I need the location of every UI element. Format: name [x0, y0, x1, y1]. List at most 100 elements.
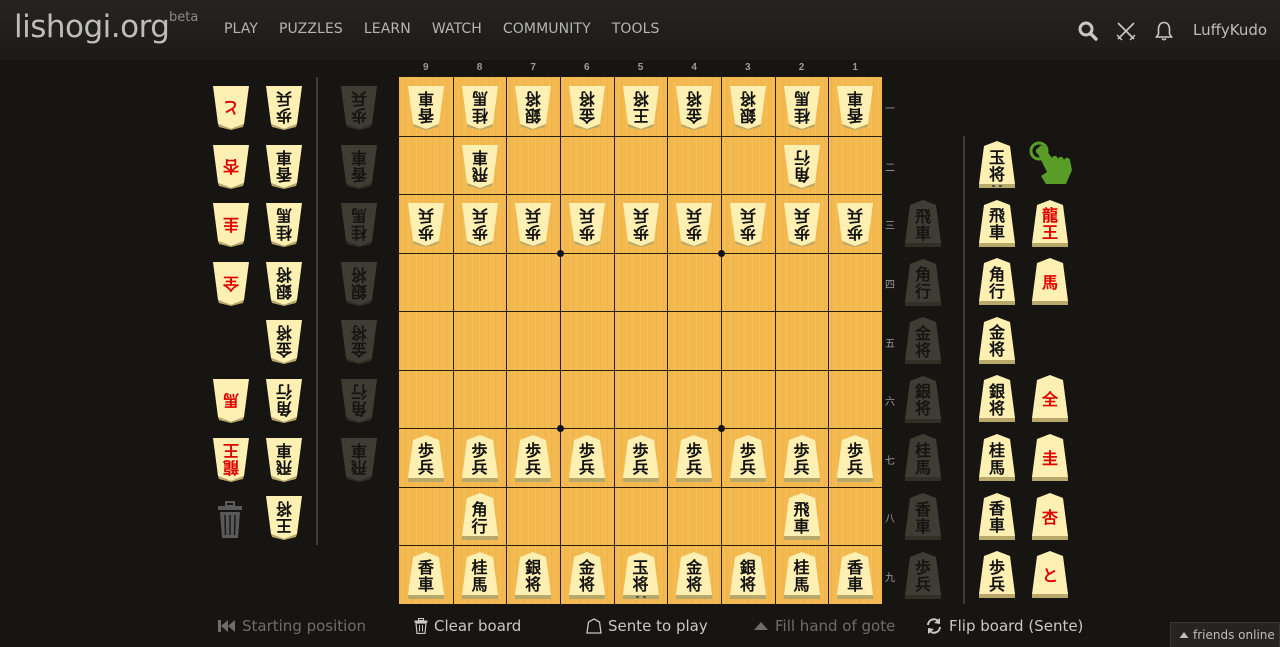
spare-piece[interactable]: 歩兵 [977, 550, 1017, 599]
board-piece[interactable]: 桂馬 [460, 551, 500, 599]
trash-icon[interactable] [216, 500, 244, 540]
spare-piece[interactable]: 香車 [264, 141, 304, 189]
spare-piece[interactable]: 歩兵 [264, 82, 304, 130]
user-menu[interactable]: LuffyKudo [1193, 21, 1267, 39]
spare-piece-promoted[interactable]: 杏 [211, 141, 251, 189]
nav-puzzles[interactable]: PUZZLES [279, 21, 343, 37]
board-piece[interactable]: 歩兵 [728, 199, 768, 248]
hand-piece[interactable]: 桂馬 [339, 199, 379, 248]
flip-board-button[interactable]: Flip board (Sente) [925, 617, 1083, 635]
board-piece[interactable]: 歩兵 [621, 434, 661, 482]
board-piece[interactable]: 歩兵 [782, 434, 822, 482]
board-piece[interactable]: 歩兵 [567, 434, 607, 482]
board-piece[interactable]: 飛車 [782, 492, 822, 541]
spare-piece[interactable]: 桂馬 [977, 433, 1017, 481]
hand-piece[interactable]: 桂馬 [903, 433, 943, 482]
friends-online-toggle[interactable]: friends online [1170, 622, 1280, 647]
hand-piece[interactable]: 銀将 [903, 375, 943, 423]
bell-icon[interactable] [1153, 20, 1175, 42]
board-piece[interactable]: 歩兵 [728, 434, 768, 482]
board-piece[interactable]: 歩兵 [835, 434, 875, 482]
spare-piece[interactable]: 王将 [264, 492, 304, 541]
spare-piece-promoted[interactable]: 龍王 [1030, 199, 1070, 247]
board-piece[interactable]: 金将 [674, 82, 714, 131]
spare-piece-promoted[interactable]: 圭 [1030, 433, 1070, 481]
shogi-board[interactable]: 香車 桂馬 銀将 金将 王将 金将 銀将 桂馬 香車 飛車 角行 歩兵 歩兵 歩… [399, 77, 882, 604]
board-piece[interactable]: 歩兵 [674, 434, 714, 482]
spare-piece-promoted[interactable]: 全 [1030, 374, 1070, 423]
hand-piece[interactable]: 銀将 [339, 258, 379, 306]
board-piece[interactable]: 歩兵 [621, 199, 661, 248]
nav-community[interactable]: COMMUNITY [503, 21, 591, 37]
spare-piece-promoted[interactable]: 全 [211, 258, 251, 306]
board-piece[interactable]: 歩兵 [460, 434, 500, 482]
clear-board-button[interactable]: Clear board [414, 617, 521, 635]
spare-piece-promoted[interactable]: 馬 [211, 375, 251, 423]
spare-piece-promoted[interactable]: と [211, 82, 251, 130]
board-piece[interactable]: 香車 [835, 551, 875, 599]
board-piece[interactable]: 角行 [782, 141, 822, 189]
sente-to-play-button[interactable]: Sente to play [586, 617, 708, 635]
board-piece[interactable]: 歩兵 [406, 434, 446, 482]
spare-piece[interactable]: 金将 [977, 316, 1017, 364]
board-piece[interactable]: 歩兵 [674, 199, 714, 248]
board-piece[interactable]: 王将 [621, 82, 661, 131]
board-piece[interactable]: 香車 [835, 82, 875, 131]
spare-piece-promoted[interactable]: 圭 [211, 199, 251, 248]
spare-piece[interactable]: 角行 [977, 257, 1017, 306]
board-piece[interactable]: 歩兵 [406, 199, 446, 248]
board-piece[interactable]: 銀将 [513, 82, 553, 131]
hand-piece[interactable]: 歩兵 [339, 82, 379, 130]
board-piece[interactable]: 金将 [567, 82, 607, 131]
spare-piece[interactable]: 角行 [264, 375, 304, 423]
hand-piece[interactable]: 金将 [903, 316, 943, 365]
hand-piece[interactable]: 飛車 [339, 434, 379, 482]
nav-tools[interactable]: TOOLS [612, 21, 660, 37]
crossed-swords-icon[interactable] [1115, 20, 1137, 42]
board-piece[interactable]: 銀将 [513, 551, 553, 599]
nav-learn[interactable]: LEARN [364, 21, 411, 37]
board-piece[interactable]: 歩兵 [513, 199, 553, 248]
board-piece[interactable]: 玉将 [621, 551, 661, 599]
spare-piece-promoted[interactable]: 龍王 [211, 434, 251, 482]
board-piece[interactable]: 銀将 [728, 82, 768, 131]
board-piece[interactable]: 角行 [460, 492, 500, 541]
spare-piece[interactable]: 玉将 [977, 140, 1017, 188]
spare-piece[interactable]: 銀将 [264, 258, 304, 306]
hand-piece[interactable]: 歩兵 [903, 551, 943, 599]
board-piece[interactable]: 歩兵 [567, 199, 607, 248]
spare-piece[interactable]: 金将 [264, 316, 304, 365]
hand-piece[interactable]: 香車 [339, 141, 379, 189]
spare-piece[interactable]: 桂馬 [264, 199, 304, 248]
hand-piece[interactable]: 角行 [339, 375, 379, 423]
hand-piece[interactable]: 角行 [903, 258, 943, 306]
board-piece[interactable]: 金将 [674, 551, 714, 599]
board-piece[interactable]: 歩兵 [782, 199, 822, 248]
nav-watch[interactable]: WATCH [432, 21, 482, 37]
site-logo[interactable]: lishogi.org [14, 9, 170, 45]
starting-position-button[interactable]: Starting position [218, 617, 366, 635]
spare-piece[interactable]: 飛車 [977, 199, 1017, 247]
board-piece[interactable]: 香車 [406, 551, 446, 599]
board-piece[interactable]: 歩兵 [513, 434, 553, 482]
board-piece[interactable]: 歩兵 [835, 199, 875, 248]
hand-pointer-icon[interactable] [1028, 140, 1074, 188]
spare-piece-promoted[interactable]: 杏 [1030, 492, 1070, 540]
spare-piece[interactable]: 飛車 [264, 434, 304, 482]
spare-piece[interactable]: 銀将 [977, 374, 1017, 423]
board-piece[interactable]: 歩兵 [460, 199, 500, 248]
fill-hand-gote-button[interactable]: Fill hand of gote [753, 617, 895, 635]
hand-piece[interactable]: 香車 [903, 492, 943, 540]
board-piece[interactable]: 桂馬 [460, 82, 500, 131]
board-piece[interactable]: 桂馬 [782, 551, 822, 599]
nav-play[interactable]: PLAY [224, 21, 258, 37]
hand-piece[interactable]: 飛車 [903, 199, 943, 247]
board-piece[interactable]: 飛車 [460, 141, 500, 189]
spare-piece-promoted[interactable]: 馬 [1030, 257, 1070, 306]
spare-piece-promoted[interactable]: と [1030, 550, 1070, 599]
board-piece[interactable]: 桂馬 [782, 82, 822, 131]
hand-piece[interactable]: 金将 [339, 316, 379, 365]
board-piece[interactable]: 銀将 [728, 551, 768, 599]
spare-piece[interactable]: 香車 [977, 492, 1017, 540]
board-piece[interactable]: 香車 [406, 82, 446, 131]
